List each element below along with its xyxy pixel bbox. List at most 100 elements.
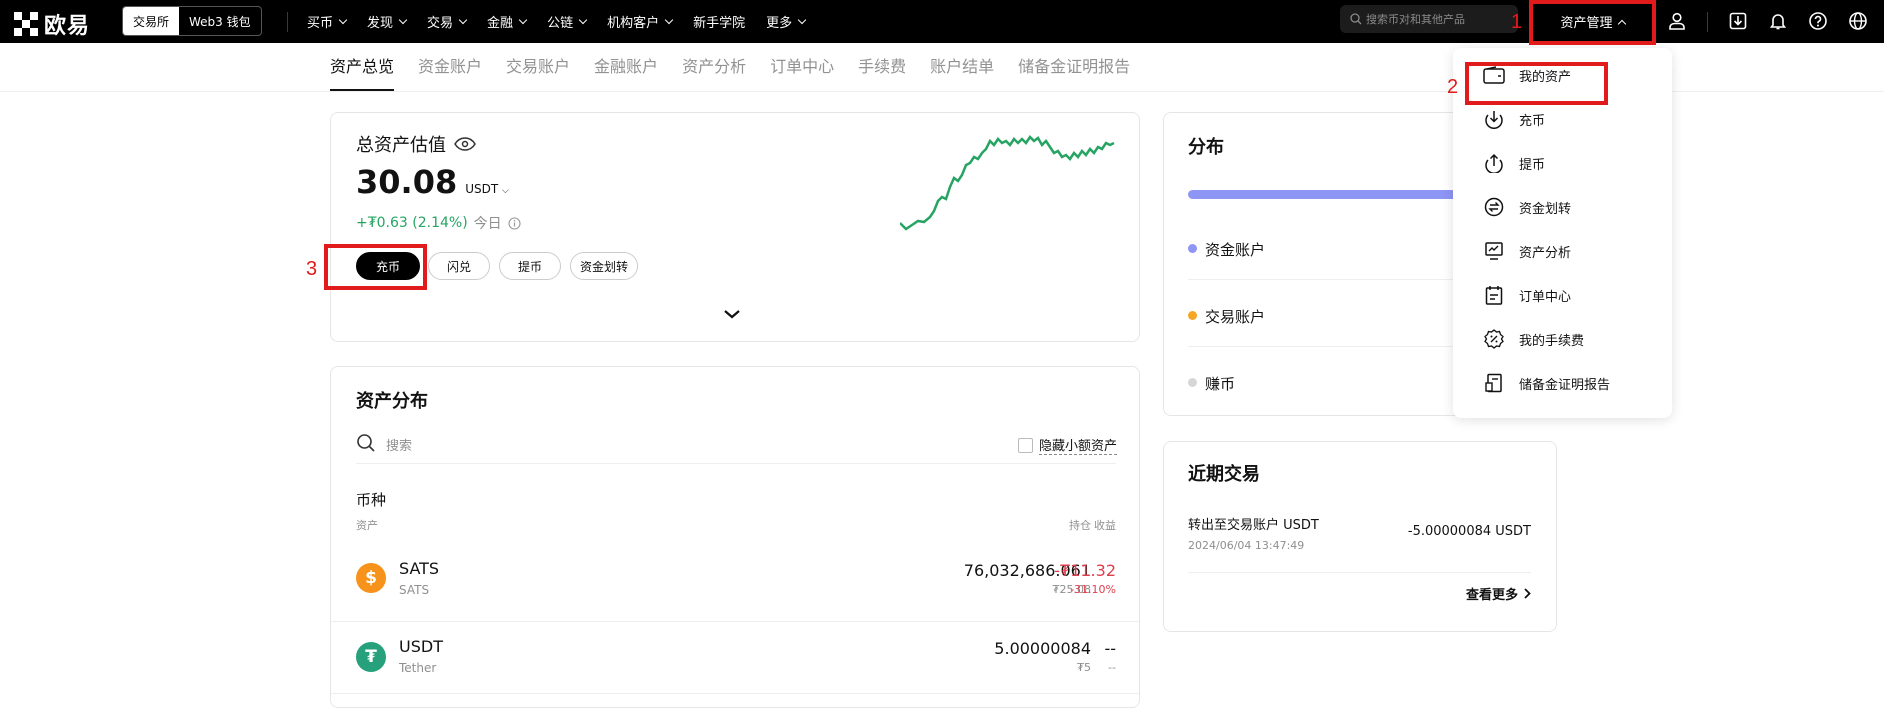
convert-button[interactable]: 闪兑 <box>428 252 490 280</box>
nav-item[interactable]: 公链 <box>547 12 588 31</box>
menu-item-fees[interactable]: 我的手续费 <box>1483 328 1584 350</box>
nav-label: 买币 <box>307 16 334 31</box>
currency-select[interactable]: USDT ⌵ <box>465 182 509 196</box>
overview-card: 总资产估值 30.08 USDT ⌵ +₮0.63 (2.14%) 今日 充币 … <box>330 112 1140 342</box>
subnav-tab[interactable]: 资金账户 <box>418 43 482 91</box>
subnav-tab[interactable]: 资产总览 <box>330 43 395 91</box>
menu-item-orders[interactable]: 订单中心 <box>1483 284 1571 306</box>
okx-logo[interactable]: 欧易 <box>14 8 90 40</box>
divider <box>287 12 288 32</box>
web3-wallet-tab[interactable]: Web3 钱包 <box>179 7 261 35</box>
total-value-title: 总资产估值 <box>356 135 446 156</box>
nav-label: 新手学院 <box>693 16 746 31</box>
menu-label: 订单中心 <box>1519 289 1572 305</box>
hide-small-label: 隐藏小额资产 <box>1038 435 1117 455</box>
user-icon[interactable] <box>1665 9 1689 33</box>
chevron-down-icon <box>338 15 348 24</box>
sats-coin-icon: $ <box>356 563 386 593</box>
period-label: 今日 <box>473 216 502 232</box>
transaction-item[interactable]: 转出至交易账户 USDT 2024/06/04 13:47:49 -5.0000… <box>1188 514 1531 573</box>
subnav-tab[interactable]: 订单中心 <box>770 43 834 91</box>
subnav-tab[interactable]: 资产分析 <box>682 43 746 91</box>
asset-name: SATS <box>399 583 430 597</box>
recent-transactions-card: 近期交易 转出至交易账户 USDT 2024/06/04 13:47:49 -5… <box>1163 441 1557 632</box>
hide-small-toggle[interactable]: 隐藏小额资产 <box>1017 435 1117 455</box>
menu-item-withdraw[interactable]: 提币 <box>1483 152 1545 174</box>
asset-distribution-title: 资产分布 <box>356 391 428 412</box>
fee-badge-icon <box>1483 328 1505 350</box>
nav-item[interactable]: 发现 <box>367 12 408 31</box>
checkbox[interactable] <box>1017 437 1033 453</box>
total-value: 30.08 <box>356 163 458 201</box>
asset-subnav: 资产总览 资金账户 交易账户 金融账户 资产分析 订单中心 手续费 账户结单 储备金证明报告 <box>330 43 1154 91</box>
search-icon <box>1350 13 1362 25</box>
logo-mark-icon <box>14 12 38 36</box>
transfer-button[interactable]: 资金划转 <box>570 252 638 280</box>
nav-item[interactable]: 买币 <box>307 12 348 31</box>
subnav-tab[interactable]: 交易账户 <box>506 43 570 91</box>
asset-search-placeholder: 搜索 <box>386 439 413 454</box>
annotation-box-1 <box>1529 0 1656 45</box>
asset-pnl-percent: -31.10% <box>1070 583 1116 596</box>
chevron-down-icon <box>578 15 588 24</box>
menu-label: 资产分析 <box>1519 245 1572 261</box>
menu-item-proof-of-reserves[interactable]: 储备金证明报告 <box>1483 372 1610 394</box>
menu-item-transfer[interactable]: 资金划转 <box>1483 196 1571 218</box>
asset-distribution-card: 资产分布 搜索 隐藏小额资产 币种 资产 持仓 收益 $ SATS SATS 7… <box>330 366 1140 708</box>
menu-label: 储备金证明报告 <box>1519 377 1611 393</box>
nav-label: 公链 <box>547 16 574 31</box>
withdraw-button[interactable]: 提币 <box>499 252 561 280</box>
eye-icon[interactable] <box>454 137 476 151</box>
subnav-tab[interactable]: 账户结单 <box>930 43 994 91</box>
divider <box>1707 12 1708 32</box>
table-row[interactable]: ₮ USDT Tether 5.00000084 ₮5 -- -- <box>331 621 1139 694</box>
trading-dot <box>1188 311 1197 320</box>
nav-item[interactable]: 交易 <box>427 12 468 31</box>
chevron-down-icon <box>797 15 807 24</box>
nav-item[interactable]: 新手学院 <box>693 12 745 31</box>
subnav-tab[interactable]: 金融账户 <box>594 43 658 91</box>
value-sparkline <box>900 135 1115 231</box>
table-row[interactable]: $ SATS SATS 76,032,686.061 ₮25.08 -₮11.3… <box>331 549 1139 622</box>
nav-label: 交易 <box>427 16 454 31</box>
bell-icon[interactable] <box>1766 9 1790 33</box>
help-icon[interactable] <box>1806 9 1830 33</box>
menu-item-analysis[interactable]: 资产分析 <box>1483 240 1571 262</box>
nav-item[interactable]: 金融 <box>487 12 528 31</box>
chevron-down-icon <box>458 15 468 24</box>
asset-search-bar[interactable]: 搜索 <box>356 433 1116 464</box>
menu-label: 提币 <box>1519 157 1546 173</box>
split-label: 资金账户 <box>1205 241 1266 259</box>
info-icon[interactable] <box>508 216 521 230</box>
tether-coin-icon: ₮ <box>356 642 386 672</box>
transfer-icon <box>1483 196 1505 218</box>
subnav-tab[interactable]: 储备金证明报告 <box>1018 43 1130 91</box>
subnav-tab[interactable]: 手续费 <box>858 43 906 91</box>
funding-dot <box>1188 244 1197 253</box>
expand-chevron-icon[interactable] <box>723 309 741 319</box>
view-more-link[interactable]: 查看更多 <box>1466 584 1531 603</box>
chevron-right-icon <box>1524 588 1531 599</box>
menu-item-deposit[interactable]: 充币 <box>1483 108 1545 130</box>
asset-name: Tether <box>399 661 437 675</box>
exchange-tab[interactable]: 交易所 <box>123 7 180 35</box>
menu-label: 我的手续费 <box>1519 333 1585 349</box>
col-asset: 资产 <box>356 519 378 532</box>
globe-icon[interactable] <box>1846 9 1870 33</box>
nav-item[interactable]: 机构客户 <box>607 12 674 31</box>
search-icon <box>357 434 375 452</box>
annotation-number-3: 3 <box>306 258 318 280</box>
orders-icon <box>1483 284 1505 306</box>
asset-pnl: -- <box>1104 639 1116 658</box>
search-input[interactable]: 搜索币对和其他产品 <box>1340 5 1518 33</box>
menu-label: 资金划转 <box>1519 201 1572 217</box>
download-icon[interactable] <box>1726 9 1750 33</box>
product-switcher: 交易所 Web3 钱包 <box>122 6 262 36</box>
nav-item[interactable]: 更多 <box>766 12 807 31</box>
annotation-box-3 <box>324 244 427 290</box>
withdraw-icon <box>1483 152 1505 174</box>
chevron-down-icon <box>664 15 674 24</box>
nav-label: 金融 <box>487 16 514 31</box>
main-nav: 买币 发现 交易 金融 公链 机构客户 新手学院 更多 <box>307 0 826 43</box>
tx-time: 2024/06/04 13:47:49 <box>1188 539 1305 552</box>
